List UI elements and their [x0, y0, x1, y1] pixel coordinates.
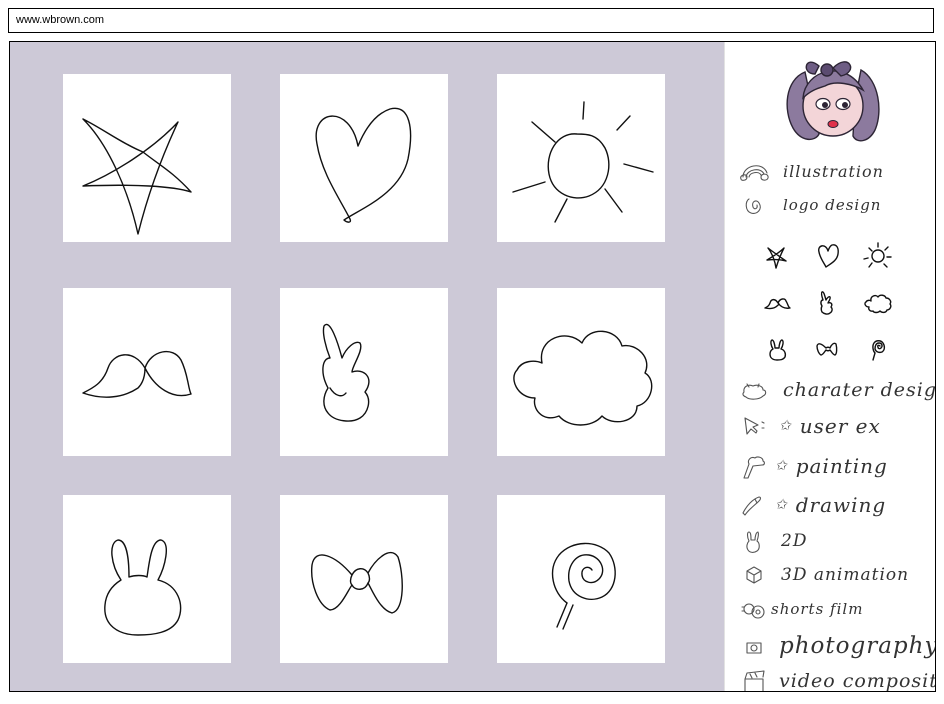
- creature-icon: [742, 383, 767, 400]
- star-doodle-icon: [82, 118, 192, 235]
- gallery-tile-bunny[interactable]: [63, 495, 231, 663]
- gallery-grid: [10, 42, 724, 691]
- nav-3d-animation-label: 3D animation: [781, 565, 910, 585]
- thumb-star[interactable]: [762, 239, 794, 271]
- nav-2d[interactable]: 2D: [739, 526, 807, 556]
- gallery-tile-sun[interactable]: [497, 74, 665, 242]
- nav-shorts-film-label: shorts film: [771, 600, 864, 618]
- page-frame: illustration logo design charater design…: [9, 41, 936, 692]
- heart-icon: [818, 244, 839, 268]
- nav-logo-design[interactable]: logo design: [739, 190, 881, 220]
- nav-charater-design-label: charater design: [783, 379, 936, 401]
- sun-doodle-icon: [512, 101, 654, 223]
- pencil-icon: [742, 496, 762, 516]
- camera-icon: [746, 642, 762, 654]
- thumb-bunny[interactable]: [762, 333, 794, 365]
- cloud-icon: [864, 294, 892, 314]
- peace-hand-doodle-icon: [322, 323, 370, 422]
- gallery-tile-cloud[interactable]: [497, 288, 665, 456]
- cube-icon: [746, 566, 762, 584]
- nav-logo-design-label: logo design: [783, 196, 882, 214]
- thumb-peace-hand[interactable]: [812, 287, 844, 319]
- thumb-cloud[interactable]: [862, 287, 894, 319]
- nav-user-ex-label: user ex: [799, 414, 881, 438]
- thumb-lollipop[interactable]: [862, 333, 894, 365]
- star-icon: [766, 247, 787, 269]
- thumb-mustache[interactable]: [762, 287, 794, 319]
- gallery-tile-bow[interactable]: [280, 495, 448, 663]
- cursor-icon: [744, 417, 765, 435]
- gallery-tile-star[interactable]: [63, 74, 231, 242]
- logo-swirl-icon: [745, 198, 761, 214]
- bunny-small-icon: [746, 531, 760, 553]
- avatar: [775, 50, 887, 146]
- thumb-sun[interactable]: [862, 239, 894, 271]
- nav-shorts-film[interactable]: shorts film: [739, 594, 863, 624]
- nav-photography-label: photography: [779, 633, 936, 659]
- nav-drawing[interactable]: ✩ drawing: [739, 490, 886, 520]
- nav-drawing-star: ✩: [775, 497, 788, 513]
- bunny-icon: [769, 339, 787, 361]
- nav-drawing-label: drawing: [795, 493, 887, 517]
- gallery-tile-peace-hand[interactable]: [280, 288, 448, 456]
- address-bar[interactable]: www.wbrown.com: [8, 8, 934, 33]
- film-reel-icon: [741, 603, 765, 619]
- nav-charater-design[interactable]: charater design: [739, 375, 936, 405]
- lollipop-icon: [872, 340, 886, 361]
- thumb-bow[interactable]: [812, 333, 844, 365]
- cloud-doodle-icon: [513, 330, 653, 426]
- sun-icon: [863, 242, 892, 268]
- rainbow-icon: [740, 165, 769, 181]
- sidebar: illustration logo design charater design…: [724, 42, 935, 691]
- nav-painting-star: ✩: [775, 458, 788, 474]
- paintbrush-icon: [743, 456, 765, 479]
- thumb-heart[interactable]: [812, 239, 844, 271]
- nav-illustration[interactable]: illustration: [739, 156, 884, 186]
- nav-painting-label: painting: [795, 454, 888, 478]
- nav-painting[interactable]: ✩ painting: [739, 451, 888, 481]
- nav-3d-animation[interactable]: 3D animation: [739, 560, 909, 590]
- nav-video-compositing[interactable]: video compositing: [739, 666, 936, 692]
- gallery-tile-lollipop[interactable]: [497, 495, 665, 663]
- clapperboard-icon: [744, 670, 765, 691]
- mustache-icon: [764, 298, 791, 310]
- bunny-doodle-icon: [104, 539, 182, 636]
- nav-user-ex[interactable]: ✩ user ex: [739, 411, 881, 441]
- girl-with-bow-avatar-icon: [786, 61, 880, 142]
- heart-doodle-icon: [315, 107, 412, 223]
- nav-user-ex-star: ✩: [779, 418, 792, 434]
- nav-2d-label: 2D: [781, 531, 808, 551]
- gallery-tile-heart[interactable]: [280, 74, 448, 242]
- lollipop-doodle-icon: [551, 542, 616, 630]
- nav-photography[interactable]: photography: [739, 631, 936, 661]
- peace-hand-icon: [820, 291, 833, 315]
- nav-illustration-label: illustration: [783, 161, 884, 181]
- bow-icon: [816, 342, 838, 356]
- gallery-tile-mustache[interactable]: [63, 288, 231, 456]
- mustache-doodle-icon: [82, 350, 192, 398]
- nav-video-compositing-label: video compositing: [779, 670, 936, 692]
- bow-doodle-icon: [311, 551, 403, 614]
